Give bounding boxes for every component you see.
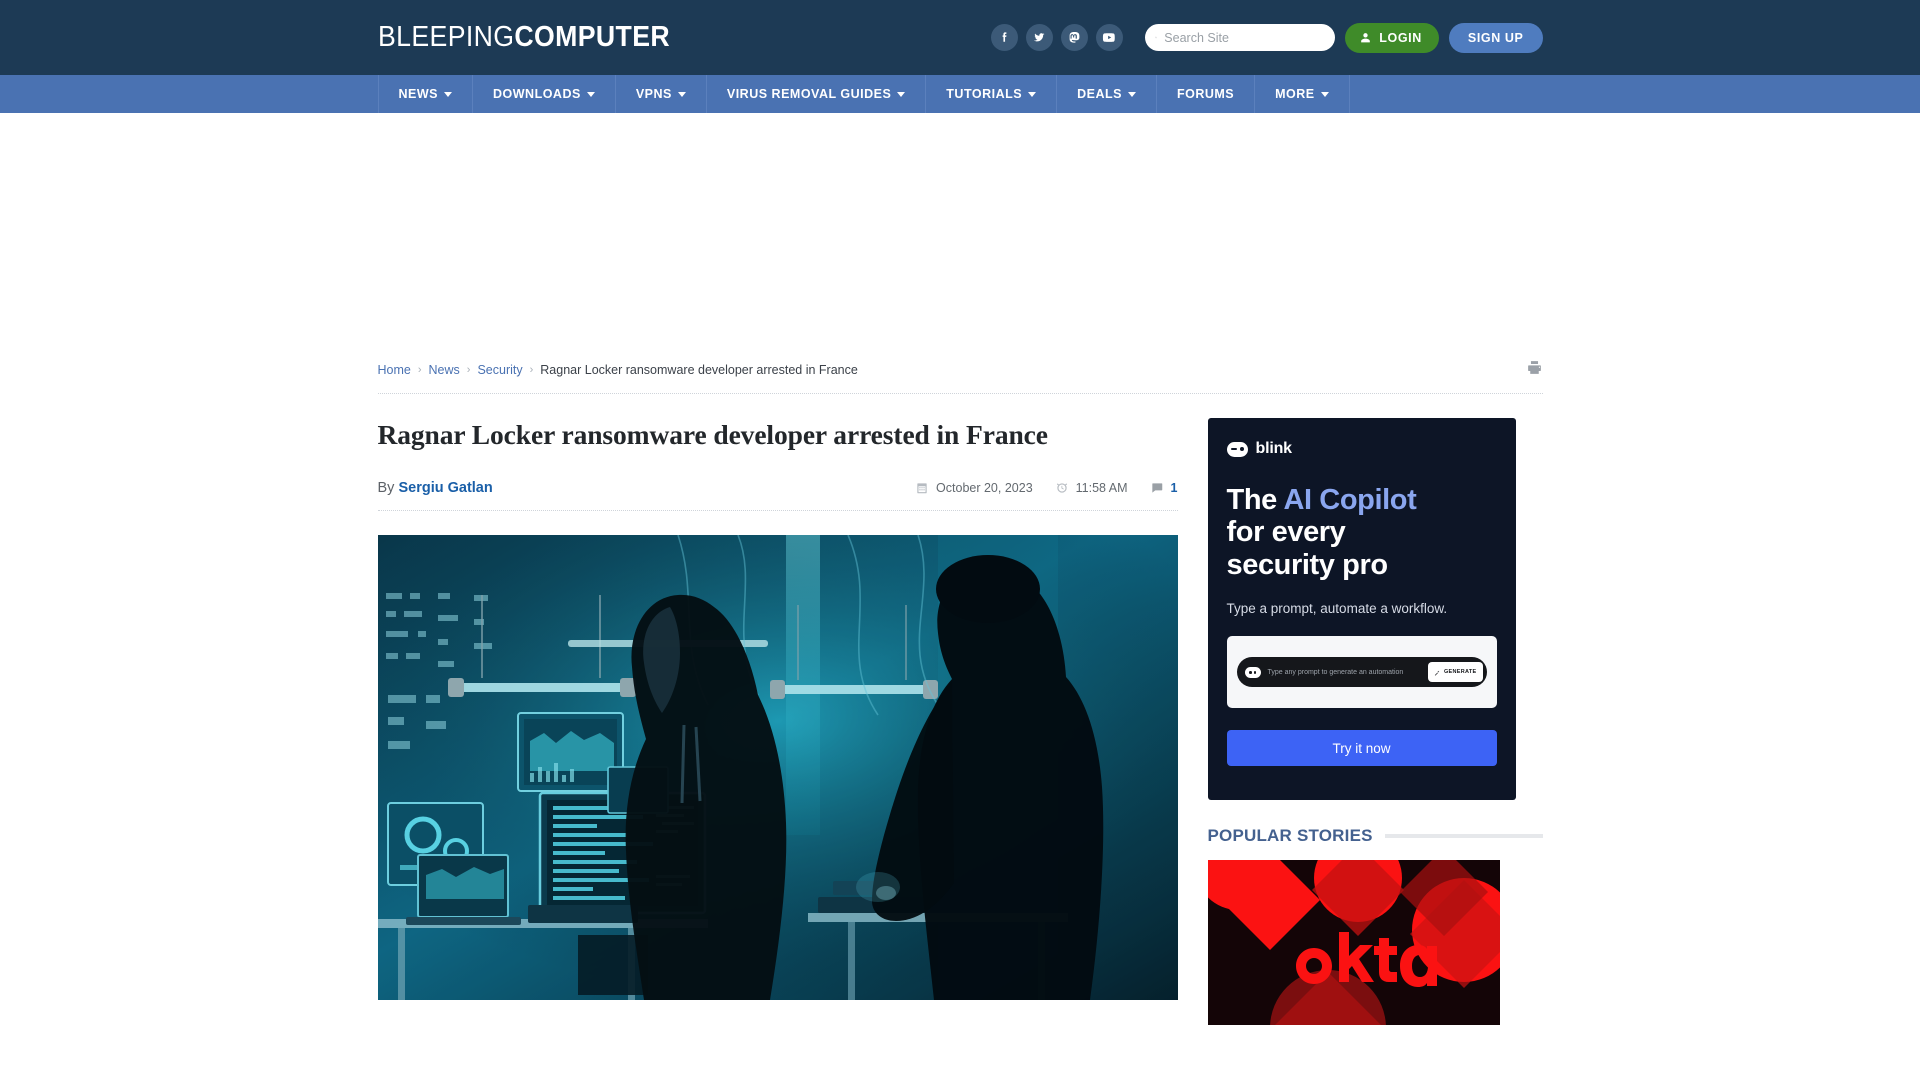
breadcrumb-news[interactable]: News	[429, 363, 460, 377]
article-hero-image	[377, 535, 1178, 1001]
blink-mark-icon	[1226, 441, 1248, 457]
ad-prompt-bar[interactable]: Type any prompt to generate an automatio…	[1236, 657, 1487, 688]
facebook-icon[interactable]	[991, 24, 1019, 51]
login-label: LOGIN	[1379, 30, 1422, 45]
search-input[interactable]	[1164, 30, 1326, 45]
nav-item-more[interactable]: MORE	[1254, 75, 1350, 113]
blink-logo: blink	[1226, 440, 1497, 458]
nav-item-news[interactable]: NEWS	[377, 75, 473, 113]
ad-cta-label: Try it now	[1332, 740, 1391, 756]
alarm-clock-icon	[1056, 483, 1067, 494]
ad-generate-button[interactable]: GENERATE	[1427, 662, 1483, 683]
nav-item-downloads[interactable]: DOWNLOADS	[472, 75, 615, 113]
popular-stories-header: POPULAR STORIES	[1208, 826, 1543, 846]
nav-item-virus-removal-guides[interactable]: VIRUS REMOVAL GUIDES	[705, 75, 925, 113]
chevron-down-icon	[586, 91, 595, 97]
ad-subtitle: Type a prompt, automate a workflow.	[1226, 601, 1448, 617]
popular-story-thumbnail[interactable]	[1207, 860, 1500, 1025]
twitter-icon[interactable]	[1026, 24, 1054, 51]
nav-item-deals[interactable]: DEALS	[1056, 75, 1156, 113]
author-link[interactable]: Sergiu Gatlan	[398, 480, 492, 496]
publish-date: October 20, 2023	[915, 481, 1033, 495]
comment-icon	[1151, 483, 1162, 494]
sidebar: blink The AI Copilot for every security …	[1207, 418, 1543, 1025]
ad-headline-part2: for every	[1226, 516, 1346, 549]
search-box[interactable]	[1145, 24, 1336, 51]
comment-count[interactable]: 1	[1150, 481, 1178, 495]
ad-cta-button[interactable]: Try it now	[1226, 730, 1497, 767]
nav-item-label: VPNS	[635, 87, 672, 101]
popular-stories-title: POPULAR STORIES	[1207, 826, 1373, 845]
signup-label: SIGN UP	[1467, 30, 1524, 45]
nav-item-label: DEALS	[1077, 87, 1122, 101]
chevron-down-icon	[1127, 91, 1136, 97]
wand-icon	[1434, 670, 1440, 676]
signup-button[interactable]: SIGN UP	[1448, 22, 1543, 53]
nav-item-vpns[interactable]: VPNS	[614, 75, 706, 113]
ad-headline-accent: AI Copilot	[1283, 484, 1417, 516]
publish-time-text: 11:58 AM	[1075, 481, 1128, 496]
chevron-down-icon	[444, 91, 452, 97]
article-column: Ragnar Locker ransomware developer arres…	[377, 418, 1178, 1025]
article-meta: October 20, 2023 11:58 AM 1	[915, 481, 1178, 495]
breadcrumb-security[interactable]: Security	[477, 363, 522, 377]
publish-time: 11:58 AM	[1055, 481, 1128, 495]
nav-item-label: TUTORIALS	[946, 87, 1023, 101]
calendar-icon	[917, 483, 927, 494]
nav-item-label: NEWS	[398, 87, 438, 101]
ad-prompt-card: Type any prompt to generate an automatio…	[1226, 636, 1497, 709]
breadcrumb-separator-icon: ›	[466, 364, 471, 376]
nav-item-label: VIRUS REMOVAL GUIDES	[726, 87, 892, 101]
byline-prefix: By	[377, 480, 395, 497]
byline: By Sergiu Gatlan	[378, 480, 493, 496]
sidebar-ad-blink[interactable]: blink The AI Copilot for every security …	[1207, 418, 1516, 800]
chevron-down-icon	[1320, 91, 1329, 97]
breadcrumb-home[interactable]: Home	[378, 363, 411, 377]
breadcrumb-row: Home › News › Security › Ragnar Locker r…	[377, 359, 1543, 394]
blink-brand-name: blink	[1255, 440, 1293, 457]
mastodon-icon[interactable]	[1061, 24, 1089, 51]
login-button[interactable]: LOGIN	[1345, 22, 1439, 53]
ad-headline-part3: security pro	[1226, 548, 1389, 581]
ad-prompt-placeholder: Type any prompt to generate an automatio…	[1267, 668, 1404, 676]
section-divider	[1384, 834, 1543, 838]
breadcrumb-separator-icon: ›	[529, 364, 534, 376]
youtube-icon[interactable]	[1096, 24, 1124, 51]
page-title: Ragnar Locker ransomware developer arres…	[377, 419, 1048, 450]
nav-item-label: MORE	[1275, 87, 1315, 101]
chevron-down-icon	[677, 91, 686, 97]
logo-text-bold: COMPUTER	[513, 21, 670, 53]
article-byline-row: By Sergiu Gatlan October 20, 2023 11:58 …	[377, 480, 1178, 512]
print-icon[interactable]	[1526, 359, 1543, 381]
ad-generate-label: GENERATE	[1443, 669, 1477, 676]
breadcrumb: Home › News › Security › Ragnar Locker r…	[378, 363, 858, 377]
comment-count-text: 1	[1170, 481, 1178, 496]
nav-item-tutorials[interactable]: TUTORIALS	[925, 75, 1056, 113]
main-navigation: NEWS DOWNLOADS VPNS VIRUS REMOVAL GUIDES TUT…	[0, 75, 1920, 113]
ad-headline: The AI Copilot for every security pro	[1227, 484, 1497, 581]
chevron-down-icon	[897, 91, 906, 97]
site-logo[interactable]: BLEEPINGCOMPUTER	[378, 21, 670, 54]
site-header: BLEEPINGCOMPUTER Search Site LOGIN SIGN …	[0, 0, 1920, 75]
blink-mark-icon	[1244, 666, 1261, 678]
logo-text-light: BLEEPING	[377, 21, 514, 53]
top-ad-slot	[0, 113, 1920, 359]
social-links	[991, 24, 1124, 51]
breadcrumb-separator-icon: ›	[417, 364, 422, 376]
breadcrumb-current: Ragnar Locker ransomware developer arres…	[540, 363, 858, 377]
search-icon	[1155, 36, 1158, 39]
publish-date-text: October 20, 2023	[936, 481, 1033, 496]
nav-item-forums[interactable]: FORUMS	[1155, 75, 1254, 113]
nav-item-label: DOWNLOADS	[493, 87, 581, 101]
user-icon	[1361, 33, 1371, 43]
nav-item-label: FORUMS	[1176, 87, 1235, 101]
chevron-down-icon	[1028, 91, 1037, 97]
ad-headline-part1: The	[1226, 484, 1284, 516]
